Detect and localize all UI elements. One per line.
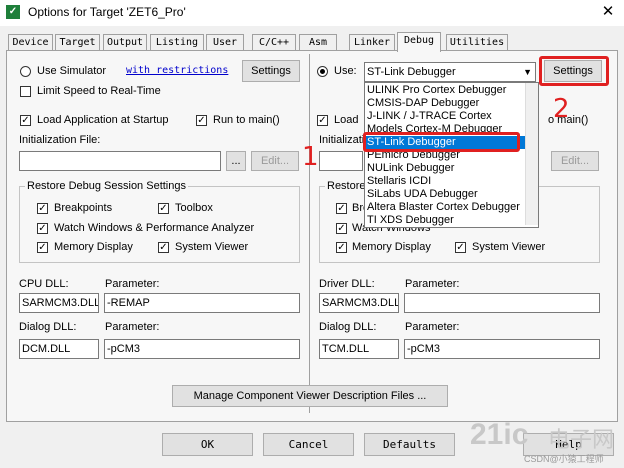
memory-display-checkbox[interactable]: ✓ [37,242,48,253]
dropdown-item[interactable]: Stellaris ICDI [365,175,526,188]
init-file-input[interactable] [19,151,221,171]
annotation-number-1: 1 [302,142,319,172]
tab-utilities[interactable]: Utilities [446,34,508,51]
system-viewer-checkbox[interactable]: ✓ [158,242,169,253]
tab-output[interactable]: Output [103,34,147,51]
run-to-main-checkbox[interactable]: ✓ [196,115,207,126]
dropdown-scrollbar[interactable] [525,83,538,225]
use-label: Use: [334,65,357,77]
driver-param-input[interactable] [404,293,600,313]
with-restrictions-link[interactable]: with restrictions [126,65,228,76]
watermark-text: 电子网 [548,427,615,452]
tab-linker[interactable]: Linker [349,34,395,51]
driver-param-label: Parameter: [405,278,460,290]
cpu-param-label: Parameter: [105,278,160,290]
system-viewer-label: System Viewer [175,241,249,253]
app-icon: ✓ [6,5,20,19]
close-icon[interactable]: ✕ [596,2,620,22]
manage-component-viewer-button[interactable]: Manage Component Viewer Description File… [172,385,448,407]
load-app-label: Load Application at Startup [37,114,169,126]
dialog-param-input[interactable]: -pCM3 [104,339,300,359]
memory-display-label: Memory Display [54,241,133,253]
use-debugger-radio[interactable] [317,66,328,77]
restore-title: Restore Debug Session Settings [25,180,188,192]
simulator-settings-button[interactable]: Settings [242,60,300,82]
run-to-main-label: Run to main() [213,114,280,126]
limit-speed-label: Limit Speed to Real-Time [37,85,161,97]
column-divider [309,54,310,413]
cpu-dll-input[interactable]: SARMCM3.DLL [19,293,99,313]
defaults-button[interactable]: Defaults [364,433,455,456]
annotation-number-2: 2 [553,94,570,124]
right-system-viewer-label: System Viewer [472,241,546,253]
ok-button[interactable]: OK [162,433,253,456]
right-dialog-param-input[interactable]: -pCM3 [404,339,600,359]
load-app-checkbox[interactable]: ✓ [20,115,31,126]
debugger-select-value: ST-Link Debugger [367,66,456,78]
dropdown-item[interactable]: SiLabs UDA Debugger [365,188,526,201]
right-edit-button[interactable]: Edit... [551,151,599,171]
limit-speed-checkbox[interactable] [20,86,31,97]
init-file-label: Initialization File: [19,134,101,146]
right-breakpoints-checkbox[interactable]: ✓ [336,203,347,214]
dialog-dll-input[interactable]: DCM.DLL [19,339,99,359]
right-dialog-dll-label: Dialog DLL: [319,321,377,333]
chevron-down-icon[interactable]: ▼ [523,63,532,81]
watch-windows-label: Watch Windows & Performance Analyzer [54,222,255,234]
right-watch-checkbox[interactable]: ✓ [336,223,347,234]
right-dialog-dll-input[interactable]: TCM.DLL [319,339,399,359]
tab-listing[interactable]: Listing [150,34,204,51]
window-title: Options for Target 'ZET6_Pro' [28,5,186,19]
right-memory-label: Memory Display [352,241,431,253]
dropdown-item[interactable]: Altera Blaster Cortex Debugger [365,201,526,214]
tab-asm[interactable]: Asm [299,34,337,51]
dropdown-item[interactable]: CMSIS-DAP Debugger [365,97,526,110]
annotation-box-st-link [363,132,520,152]
breakpoints-label: Breakpoints [54,202,113,214]
toolbox-label: Toolbox [175,202,213,214]
use-simulator-label: Use Simulator [37,65,107,77]
driver-dll-input[interactable]: SARMCM3.DLL [319,293,399,313]
watermark-logo: 21ic [470,418,529,451]
tab-device[interactable]: Device [8,34,53,51]
breakpoints-checkbox[interactable]: ✓ [37,203,48,214]
dropdown-item[interactable]: ULINK Pro Cortex Debugger [365,84,526,97]
dropdown-item[interactable]: NULink Debugger [365,162,526,175]
cpu-dll-label: CPU DLL: [19,278,69,290]
toolbox-checkbox[interactable]: ✓ [158,203,169,214]
edit-button[interactable]: Edit... [251,151,299,171]
right-init-file-input[interactable] [319,151,363,171]
tab-debug[interactable]: Debug [397,32,441,52]
dialog-dll-label: Dialog DLL: [19,321,77,333]
tab-user[interactable]: User [206,34,244,51]
dropdown-item[interactable]: J-LINK / J-TRACE Cortex [365,110,526,123]
right-dialog-param-label: Parameter: [405,321,460,333]
right-restore-title: Restore [325,180,368,192]
watch-windows-checkbox[interactable]: ✓ [37,223,48,234]
right-system-viewer-checkbox[interactable]: ✓ [455,242,466,253]
annotation-box-settings [539,56,609,86]
driver-dll-label: Driver DLL: [319,278,375,290]
right-load-app-label: Load [334,114,359,126]
debugger-select[interactable]: ST-Link Debugger ▼ [364,62,536,82]
cancel-button[interactable]: Cancel [263,433,354,456]
watermark-csdn: CSDN@小猿工程师 [524,454,604,464]
tab-cc[interactable]: C/C++ [252,34,296,51]
right-memory-checkbox[interactable]: ✓ [336,242,347,253]
tab-target[interactable]: Target [55,34,100,51]
browse-button[interactable]: ... [226,151,246,171]
use-simulator-radio[interactable] [20,66,31,77]
right-init-file-label: Initializati [319,134,365,146]
cpu-param-input[interactable]: -REMAP [104,293,300,313]
dropdown-item[interactable]: TI XDS Debugger [365,214,526,227]
right-load-app-checkbox[interactable]: ✓ [317,115,328,126]
debugger-dropdown-list: ULINK Pro Cortex Debugger CMSIS-DAP Debu… [364,82,539,228]
dialog-param-label: Parameter: [105,321,160,333]
